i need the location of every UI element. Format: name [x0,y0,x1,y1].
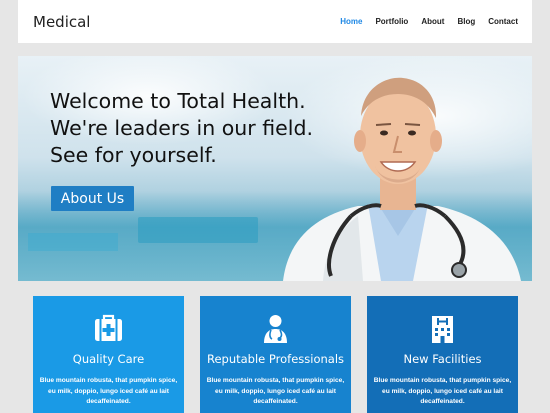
hero-headline-line: Welcome to Total Health. [50,89,306,113]
hero-background-bed [138,217,258,243]
hero-background-bed [28,233,118,251]
feature-title: New Facilities [403,352,482,366]
nav-item-about[interactable]: About [421,17,444,26]
features-row: Quality Care Blue mountain robusta, that… [33,296,518,413]
feature-card-reputable-professionals: Reputable Professionals Blue mountain ro… [200,296,351,413]
nav-item-blog[interactable]: Blog [457,17,475,26]
feature-text: Blue mountain robusta, that pumpkin spic… [39,377,178,405]
hero-headline-line: See for yourself. [50,143,217,167]
site-brand[interactable]: Medical [33,13,90,31]
doctor-icon [264,315,287,343]
nav-menu: Home Portfolio About Blog Contact [340,17,518,26]
nav-item-contact[interactable]: Contact [488,17,518,26]
top-navbar: Medical Home Portfolio About Blog Contac… [18,0,532,43]
hero-headline-line: We're leaders in our field. [50,116,313,140]
feature-card-quality-care: Quality Care Blue mountain robusta, that… [33,296,184,413]
hospital-building-icon [432,316,453,343]
feature-title: Reputable Professionals [206,352,345,366]
nav-item-portfolio[interactable]: Portfolio [375,17,408,26]
feature-text: Blue mountain robusta, that pumpkin spic… [373,377,512,405]
hero-headline: Welcome to Total Health. We're leaders i… [50,88,313,169]
hero-banner: Welcome to Total Health. We're leaders i… [18,56,532,281]
feature-title: Quality Care [72,352,145,366]
first-aid-kit-icon [95,314,122,341]
nav-item-home[interactable]: Home [340,17,362,26]
feature-card-new-facilities: New Facilities Blue mountain robusta, th… [367,296,518,413]
feature-text: Blue mountain robusta, that pumpkin spic… [206,377,345,405]
about-us-button[interactable]: About Us [51,186,134,211]
